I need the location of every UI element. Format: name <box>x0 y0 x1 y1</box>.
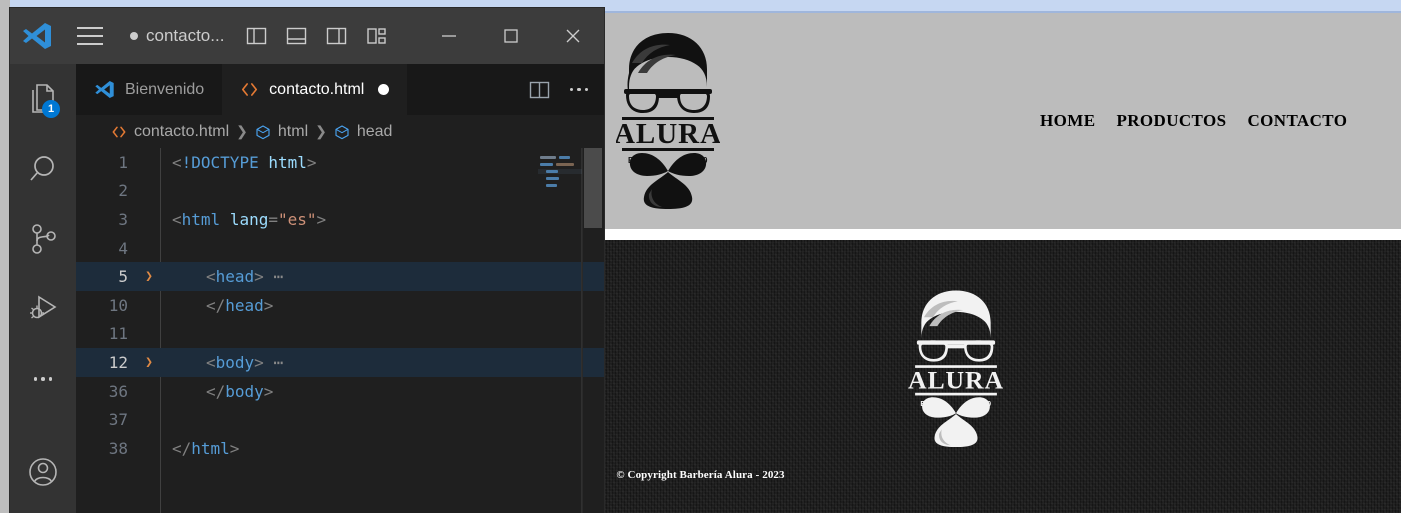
browser-left-scrollbar[interactable] <box>0 0 10 513</box>
code-line[interactable]: 12 ❯ <body> ⋯ <box>76 348 604 377</box>
sidebar-item-more-views[interactable] <box>10 344 76 414</box>
breadcrumb-item-html[interactable]: html <box>255 123 308 141</box>
line-number: 5 <box>118 267 128 287</box>
site-header-logo[interactable]: ALURA ESTD 2020 <box>614 29 721 209</box>
hamburger-menu-icon[interactable] <box>64 8 116 64</box>
breadcrumb-item-head[interactable]: head <box>334 122 393 141</box>
split-editor-icon[interactable] <box>522 73 556 107</box>
line-number: 1 <box>118 152 128 172</box>
window-minimize-button[interactable] <box>418 8 480 64</box>
editor-tabbar: Bienvenido contacto.html <box>76 64 604 115</box>
code-line[interactable]: 37 <box>76 405 604 434</box>
more-editor-actions-icon[interactable] <box>562 73 596 107</box>
line-number: 2 <box>118 181 128 201</box>
line-number: 10 <box>108 295 128 315</box>
sidebar-item-explorer[interactable]: 1 <box>10 64 76 134</box>
window-maximize-button[interactable] <box>480 8 542 64</box>
vscode-titlebar: contacto... <box>10 8 604 64</box>
code-lines: 1 <!DOCTYPE html> 2 3 <html lang="es"> 4 5 ❯ <he… <box>76 148 604 463</box>
breadcrumb-label: head <box>356 122 393 140</box>
alura-barber-logo-inverted-icon: ALURA ESTD 2020 <box>908 290 1004 447</box>
code-line[interactable]: 11 <box>76 320 604 349</box>
sidebar-item-search[interactable] <box>10 134 76 204</box>
svg-text:ALURA: ALURA <box>616 118 720 150</box>
editor-scrollbar-thumb[interactable] <box>584 148 602 228</box>
html-code-icon <box>242 83 258 96</box>
editor-scrollbar[interactable] <box>582 148 604 513</box>
search-icon <box>30 156 54 181</box>
layout-sidebar-right-icon[interactable] <box>322 21 350 51</box>
window-title-text: contacto... <box>146 26 225 45</box>
layout-controls <box>242 21 390 51</box>
line-number: 11 <box>108 324 128 344</box>
code-editor[interactable]: 1 <!DOCTYPE html> 2 3 <html lang="es"> 4 5 ❯ <he… <box>76 148 604 513</box>
alura-barber-logo-icon: ALURA ESTD 2020 <box>614 33 721 209</box>
breadcrumb-label: html <box>277 122 309 140</box>
vscode-window: contacto... 1 Bienvenido contacto.html c… <box>10 8 604 513</box>
screen-root: ALURA ESTD 2020 <box>0 0 1401 513</box>
breadcrumb-separator: ❯ <box>315 123 327 139</box>
breadcrumb-label: contacto.html <box>134 122 230 140</box>
line-number: 38 <box>108 438 128 458</box>
layout-panel-icon[interactable] <box>282 21 310 51</box>
breadcrumb-item-file[interactable]: contacto.html <box>111 123 229 141</box>
breadcrumb: contacto.html ❯ html ❯ head <box>76 115 604 148</box>
site-nav: HOME PRODUCTOS CONTACTO <box>1040 111 1347 131</box>
window-title: contacto... <box>130 26 224 46</box>
vscode-logo-icon <box>95 80 114 99</box>
line-number: 37 <box>108 410 128 430</box>
vscode-activitybar: 1 <box>10 64 76 513</box>
code-line[interactable]: 38 </html> <box>76 434 604 463</box>
window-title-dirty-dot <box>130 32 138 40</box>
sidebar-item-run-debug[interactable] <box>10 274 76 344</box>
nav-link-contacto[interactable]: CONTACTO <box>1247 111 1347 131</box>
tab-label: contacto.html <box>269 80 365 98</box>
line-number: 12 <box>108 352 128 372</box>
editor-minimap[interactable] <box>538 148 582 513</box>
explorer-badge: 1 <box>42 100 60 118</box>
breadcrumb-separator: ❯ <box>236 123 248 139</box>
account-person-icon <box>29 458 57 486</box>
symbol-field-icon <box>335 124 349 139</box>
vscode-editor-area: Bienvenido contacto.html contacto.html ❯… <box>76 64 604 513</box>
line-number: 3 <box>118 209 128 229</box>
window-controls <box>418 8 604 64</box>
ellipsis-icon <box>33 377 53 381</box>
layout-customize-icon[interactable] <box>362 21 390 51</box>
activitybar-bottom <box>10 437 76 507</box>
code-line[interactable]: 4 <box>76 234 604 263</box>
site-footer-logo[interactable]: ALURA ESTD 2020 <box>908 287 1004 447</box>
tab-dirty-indicator[interactable] <box>378 84 390 95</box>
tab-bienvenido[interactable]: Bienvenido <box>76 64 223 115</box>
sidebar-item-source-control[interactable] <box>10 204 76 274</box>
code-line[interactable]: 1 <!DOCTYPE html> <box>76 148 604 177</box>
run-debug-icon <box>30 295 57 319</box>
line-number: 4 <box>118 238 128 258</box>
code-line[interactable]: 5 ❯ <head> ⋯ <box>76 262 604 291</box>
fold-chevron-icon[interactable]: ❯ <box>138 269 160 284</box>
window-close-button[interactable] <box>542 8 604 64</box>
code-line[interactable]: 10 </head> <box>76 291 604 320</box>
tab-contacto-html[interactable]: contacto.html <box>222 64 408 115</box>
fold-chevron-icon[interactable]: ❯ <box>138 355 160 370</box>
vscode-logo-icon <box>10 8 64 64</box>
tab-label: Bienvenido <box>125 80 205 98</box>
svg-text:ALURA: ALURA <box>908 365 1004 394</box>
code-line[interactable]: 36 </body> <box>76 377 604 406</box>
nav-link-home[interactable]: HOME <box>1040 111 1095 131</box>
source-control-branch-icon <box>32 224 56 254</box>
line-number: 36 <box>108 381 128 401</box>
layout-sidebar-left-icon[interactable] <box>242 21 270 51</box>
nav-link-productos[interactable]: PRODUCTOS <box>1116 111 1226 131</box>
html-code-icon <box>112 126 126 137</box>
editor-tabbar-actions <box>522 64 596 115</box>
sidebar-item-accounts[interactable] <box>10 437 76 507</box>
symbol-field-icon <box>256 124 270 139</box>
code-line[interactable]: 2 <box>76 177 604 206</box>
code-line[interactable]: 3 <html lang="es"> <box>76 205 604 234</box>
